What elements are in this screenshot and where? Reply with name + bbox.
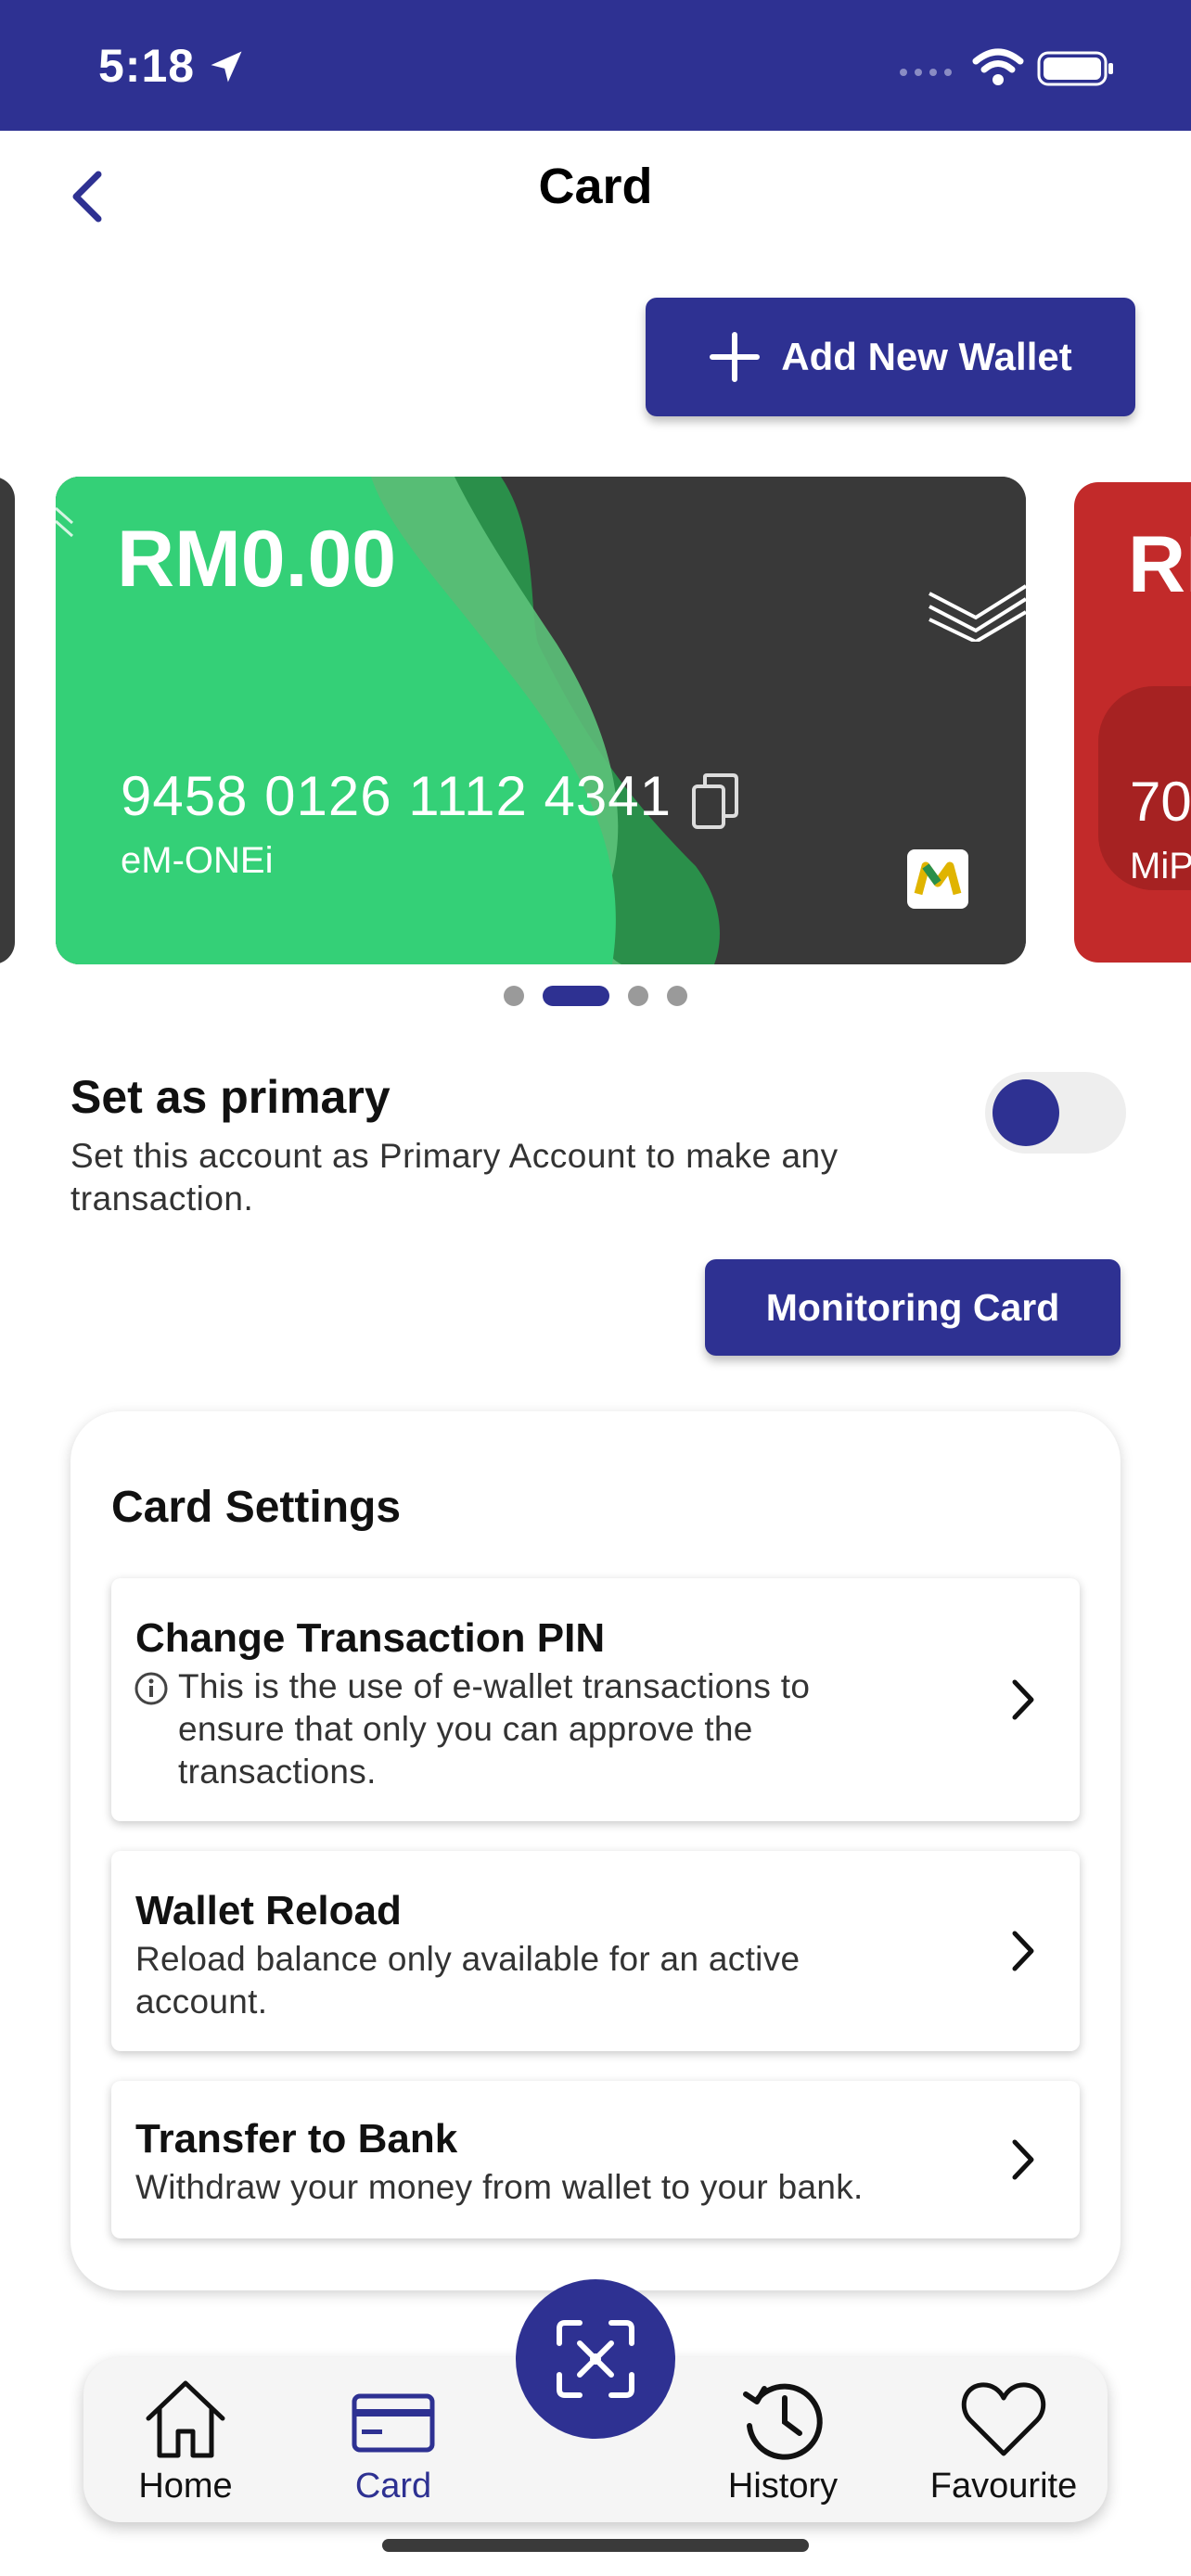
- copy-icon[interactable]: [690, 772, 740, 831]
- setting-title: Transfer to Bank: [135, 2116, 458, 2162]
- setting-title: Change Transaction PIN: [135, 1615, 606, 1661]
- status-time: 5:18: [98, 40, 196, 92]
- tab-label: History: [727, 2467, 839, 2506]
- setting-description: Reload balance only available for an act…: [135, 1940, 800, 2021]
- setting-description: This is the use of e-wallet transactions…: [178, 1667, 811, 1791]
- tab-history[interactable]: History: [699, 2357, 866, 2522]
- tab-label: Card: [354, 2467, 432, 2506]
- chevron-right-icon: [1012, 2139, 1034, 2180]
- heart-icon: [961, 2382, 1046, 2456]
- primary-title: Set as primary: [70, 1071, 391, 1123]
- page-dot-active[interactable]: [543, 986, 609, 1006]
- page-dot[interactable]: [504, 986, 524, 1006]
- tab-favourite[interactable]: Favourite: [911, 2357, 1096, 2522]
- history-icon: [743, 2383, 823, 2460]
- toggle-knob: [992, 1079, 1059, 1146]
- previous-card[interactable]: [0, 477, 15, 964]
- tab-card[interactable]: Card: [310, 2357, 477, 2522]
- card-name: eM-ONEi: [121, 840, 274, 881]
- tab-label: Favourite: [929, 2467, 1078, 2506]
- next-card-balance: RI: [1128, 520, 1191, 609]
- page-dot[interactable]: [628, 986, 648, 1006]
- monitoring-card-label: Monitoring Card: [765, 1285, 1060, 1329]
- chevron-right-icon: [1012, 1679, 1034, 1720]
- scan-icon: [557, 2320, 634, 2398]
- card-balance: RM0.00: [117, 515, 397, 604]
- home-icon: [146, 2380, 225, 2458]
- status-bar: 5:18: [0, 0, 1191, 131]
- cellular-signal-icon: [900, 69, 952, 76]
- wallet-card[interactable]: RM0.00 9458 0126 1112 4341 eM-ONEi: [56, 477, 1026, 964]
- page-title: Card: [538, 159, 653, 214]
- next-card-name: MiP: [1130, 846, 1191, 886]
- plus-icon: [710, 332, 761, 382]
- next-card-number: 70: [1130, 771, 1191, 833]
- setting-title: Wallet Reload: [135, 1888, 402, 1933]
- tab-label: Home: [138, 2467, 233, 2506]
- add-new-wallet-button[interactable]: Add New Wallet: [646, 298, 1135, 416]
- scan-button[interactable]: [516, 2279, 675, 2439]
- add-new-wallet-label: Add New Wallet: [781, 335, 1072, 378]
- location-arrow-icon: [211, 51, 242, 83]
- settings-title: Card Settings: [111, 1483, 402, 1532]
- home-indicator: [382, 2539, 809, 2552]
- chevron-right-icon: [1012, 1931, 1034, 1971]
- primary-toggle[interactable]: [985, 1072, 1126, 1154]
- change-pin-item[interactable]: Change Transaction PIN This is the use o…: [111, 1578, 1080, 1821]
- carousel-pagination: [0, 985, 1191, 1007]
- page-dot[interactable]: [667, 986, 687, 1006]
- next-card[interactable]: RI 70 MiP: [1074, 482, 1191, 963]
- setting-description: Withdraw your money from wallet to your …: [135, 2168, 864, 2206]
- transfer-to-bank-item[interactable]: Transfer to Bank Withdraw your money fro…: [111, 2081, 1080, 2238]
- card-settings-panel: Card Settings Change Transaction PIN Thi…: [70, 1411, 1121, 2290]
- battery-icon: [1037, 51, 1113, 86]
- monitoring-card-button[interactable]: Monitoring Card: [705, 1259, 1121, 1356]
- card-icon: [352, 2393, 435, 2453]
- card-carousel[interactable]: RM0.00 9458 0126 1112 4341 eM-ONEi RI 70…: [0, 477, 1191, 968]
- tab-home[interactable]: Home: [102, 2357, 269, 2522]
- wallet-reload-item[interactable]: Wallet Reload Reload balance only availa…: [111, 1851, 1080, 2051]
- card-number: 9458 0126 1112 4341: [121, 765, 672, 827]
- primary-description: Set this account as Primary Account to m…: [70, 1137, 839, 1218]
- wifi-icon: [972, 48, 1024, 85]
- info-icon: [134, 1672, 168, 1705]
- brand-logo-icon: [907, 849, 968, 909]
- chevrons-decor-icon: [928, 584, 1026, 642]
